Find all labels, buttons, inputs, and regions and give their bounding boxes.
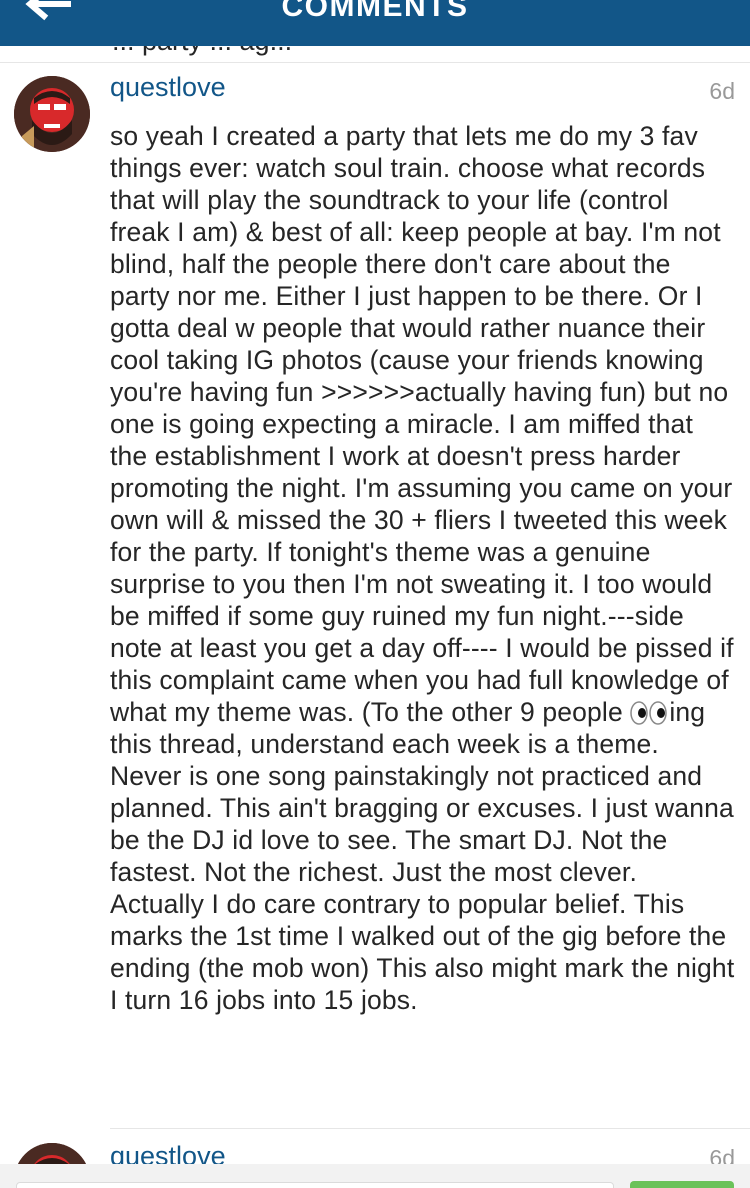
comment-text-part-2: ing this thread, understand each week is…: [110, 697, 735, 1015]
previous-comment-fragment: ... party ... ag...: [0, 46, 750, 63]
comment-timestamp: 6d: [709, 78, 735, 104]
comment-input[interactable]: [16, 1182, 614, 1188]
avatar[interactable]: [14, 1143, 90, 1164]
comment-body: so yeah I created a party that lets me d…: [110, 120, 735, 1016]
header-bar: COMMENTS: [0, 0, 750, 46]
comment-item: questlove 6d: [0, 1129, 750, 1164]
comment-composer-bar: [0, 1164, 750, 1188]
avatar[interactable]: [14, 76, 90, 152]
comment-timestamp: 6d: [709, 1145, 735, 1164]
page-title: COMMENTS: [281, 0, 469, 23]
comment-username[interactable]: questlove: [110, 72, 226, 103]
eyes-emoji-icon: [630, 701, 668, 725]
comment-text-part-1: so yeah I created a party that lets me d…: [110, 121, 734, 727]
previous-comment-text: ... party ... ag...: [112, 46, 292, 57]
comment-username[interactable]: questlove: [110, 1141, 226, 1164]
send-button[interactable]: [630, 1181, 734, 1188]
